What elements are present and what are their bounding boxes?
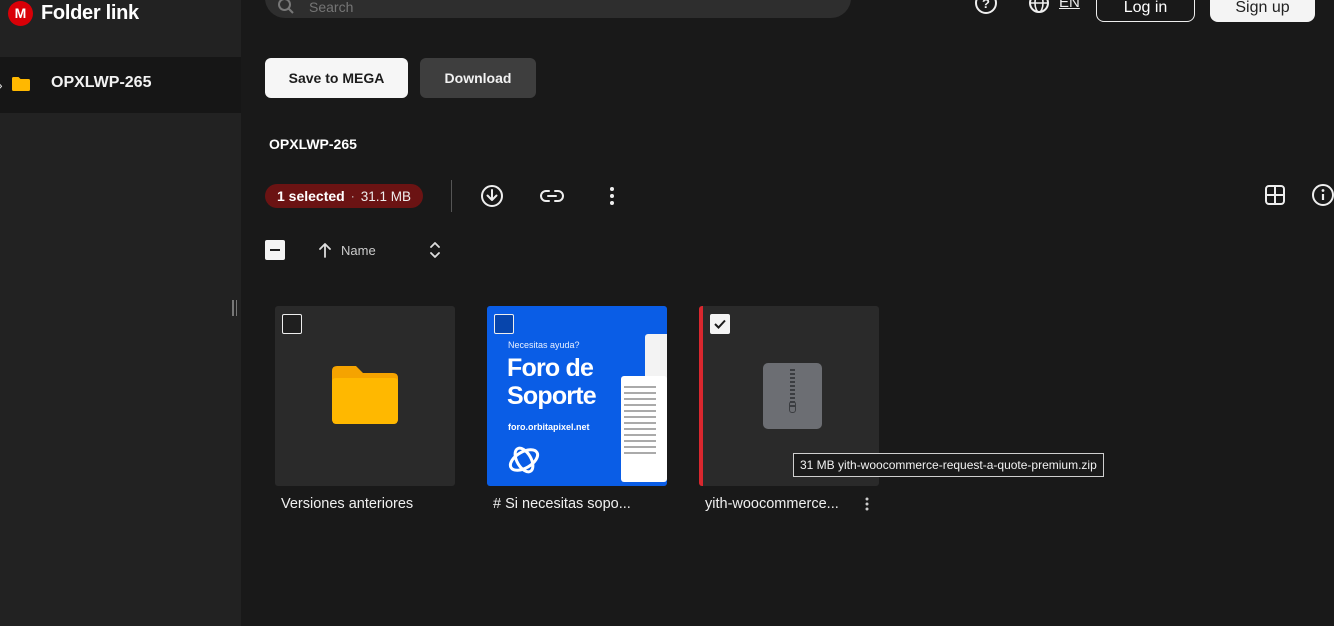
folder-thumbnail[interactable]: [275, 306, 455, 486]
download-button[interactable]: Download: [420, 58, 536, 98]
file-name[interactable]: # Si necesitas sopo...: [487, 496, 667, 512]
download-selection-icon[interactable]: [480, 184, 504, 208]
page-title: OPXLWP-265: [269, 136, 357, 152]
selection-size: 31.1 MB: [360, 188, 411, 204]
file-name[interactable]: Versiones anteriores: [275, 496, 455, 512]
file-name[interactable]: yith-woocommerce...: [699, 496, 849, 512]
select-all-checkbox[interactable]: [265, 240, 285, 260]
checkmark-icon: [714, 319, 726, 329]
sidebar-item-opxlwp-265[interactable]: › OPXLWP-265: [0, 57, 241, 113]
grid-view-icon[interactable]: [1263, 183, 1287, 207]
sidebar: M Folder link › OPXLWP-265: [0, 0, 241, 626]
search-bar[interactable]: [265, 0, 851, 18]
language-selector[interactable]: EN: [1059, 0, 1080, 11]
mock-window: [621, 376, 667, 482]
file-card[interactable]: Necesitas ayuda? Foro de Soporte foro.or…: [487, 306, 667, 512]
sort-toggle-icon[interactable]: [428, 241, 442, 259]
file-card[interactable]: yith-woocommerce...: [699, 306, 879, 512]
brand[interactable]: M Folder link: [8, 0, 139, 26]
sidebar-resize-handle[interactable]: [232, 300, 238, 318]
globe-icon[interactable]: [1028, 0, 1050, 14]
sidebar-item-label: OPXLWP-265: [51, 74, 152, 91]
folder-icon: [12, 77, 30, 91]
more-options-icon[interactable]: [600, 184, 624, 208]
chevron-right-icon[interactable]: ›: [0, 77, 3, 93]
folder-icon: [332, 366, 398, 424]
sort-label[interactable]: Name: [341, 243, 376, 258]
orbitapixel-logo-icon: [508, 446, 540, 474]
image-thumbnail[interactable]: Necesitas ayuda? Foro de Soporte foro.or…: [487, 306, 667, 486]
divider: [451, 180, 452, 212]
more-options-icon[interactable]: [863, 496, 871, 512]
help-icon[interactable]: ?: [975, 0, 997, 14]
promo-headline-line2: Soporte: [507, 382, 597, 410]
promo-headline: Foro de Soporte: [507, 354, 597, 410]
separator: ·: [350, 189, 355, 203]
app-title: Folder link: [41, 1, 139, 24]
signup-button[interactable]: Sign up: [1210, 0, 1315, 22]
zip-file-icon: [763, 363, 822, 429]
link-icon[interactable]: [539, 184, 565, 208]
search-icon: [278, 0, 294, 14]
selection-badge: 1 selected · 31.1 MB: [265, 184, 423, 208]
info-icon[interactable]: [1311, 183, 1334, 207]
promo-small-text: Necesitas ayuda?: [508, 340, 580, 350]
search-input[interactable]: [309, 0, 709, 15]
item-checkbox[interactable]: [282, 314, 302, 334]
item-checkbox[interactable]: [710, 314, 730, 334]
file-card[interactable]: Versiones anteriores: [275, 306, 455, 512]
item-checkbox[interactable]: [494, 314, 514, 334]
promo-url: foro.orbitapixel.net: [508, 422, 590, 432]
selection-count: 1 selected: [277, 188, 345, 204]
save-to-mega-button[interactable]: Save to MEGA: [265, 58, 408, 98]
promo-image: Necesitas ayuda? Foro de Soporte foro.or…: [487, 306, 667, 486]
arrow-up-icon[interactable]: [318, 242, 332, 258]
promo-headline-line1: Foro de: [507, 354, 594, 382]
mega-logo-icon: M: [8, 0, 33, 26]
file-tooltip: 31 MB yith-woocommerce-request-a-quote-p…: [793, 453, 1104, 477]
login-button[interactable]: Log in: [1096, 0, 1195, 22]
